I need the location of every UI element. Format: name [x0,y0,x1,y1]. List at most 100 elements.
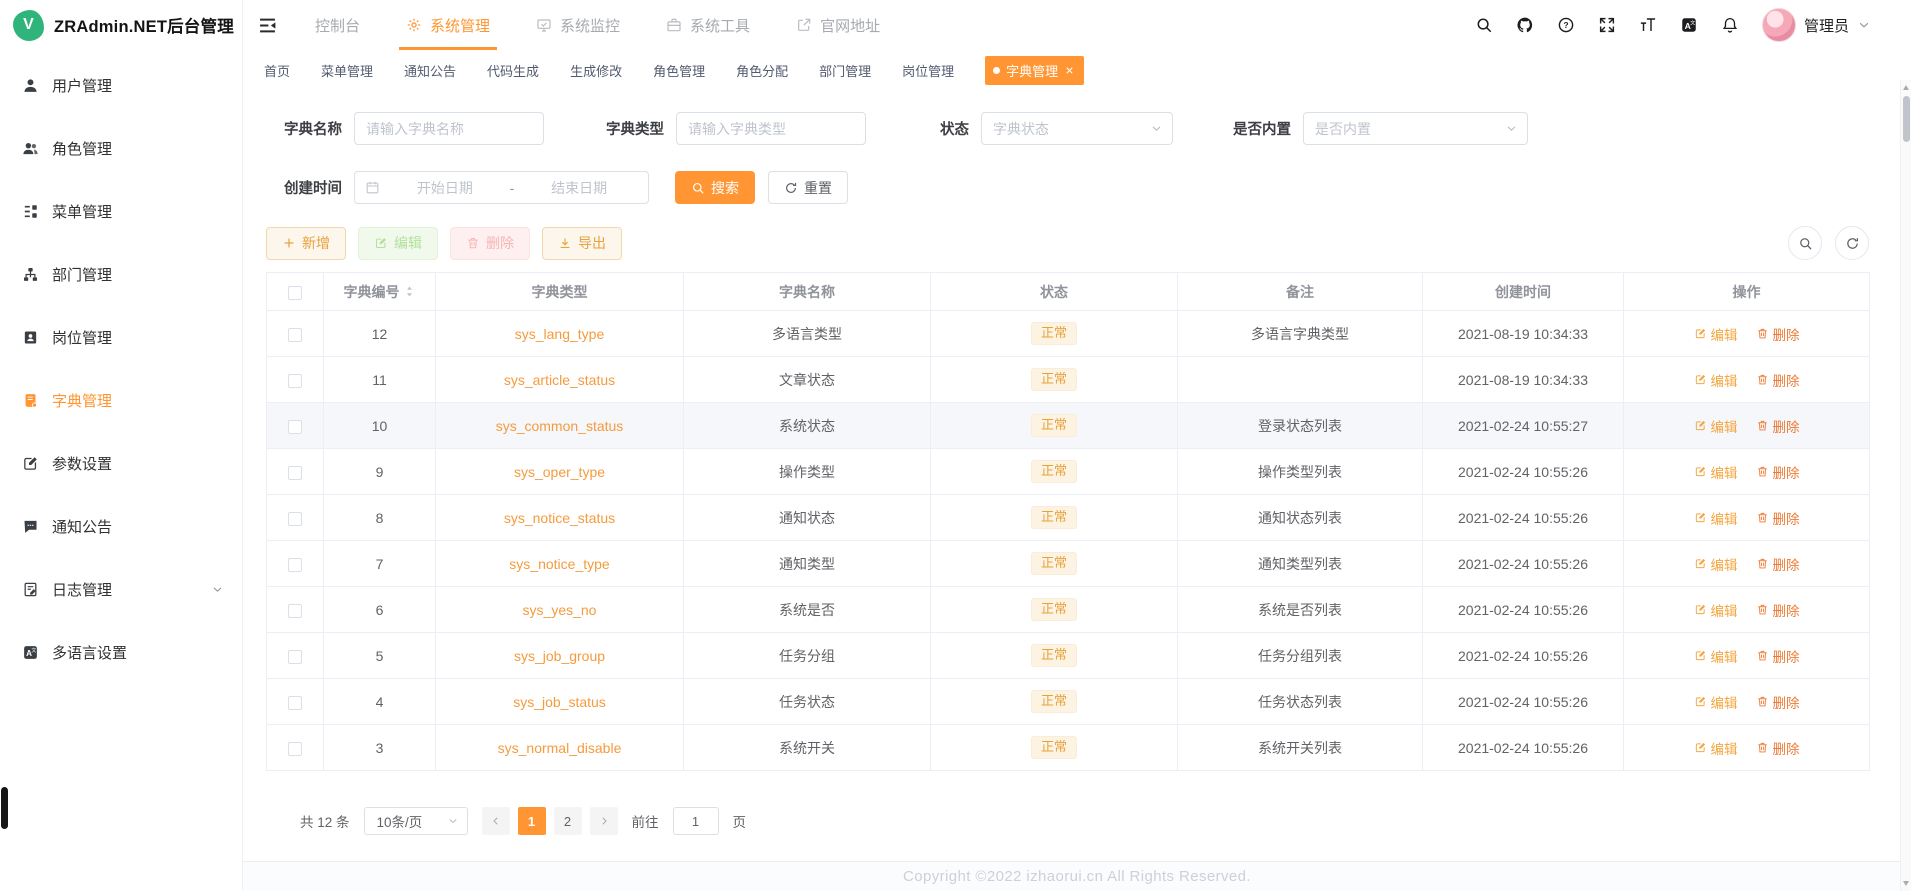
reset-button[interactable]: 重置 [768,171,848,204]
status-select[interactable]: 字典状态 [981,112,1173,145]
row-delete-link[interactable]: 删除 [1756,462,1800,482]
select-all-checkbox[interactable] [288,285,302,300]
sidebar-item-menus[interactable]: 菜单管理 [0,180,242,243]
search-button[interactable]: 搜索 [675,171,755,204]
github-icon[interactable] [1516,16,1534,34]
prev-page-button[interactable] [481,807,510,835]
sidebar-item-users[interactable]: 用户管理 [0,54,242,117]
tab-posts[interactable]: 岗位管理 [902,61,954,80]
tab-depts[interactable]: 部门管理 [819,61,871,80]
row-delete-link[interactable]: 删除 [1756,692,1800,712]
fullscreen-icon[interactable] [1598,16,1616,34]
created-date-range-picker[interactable]: 开始日期 - 结束日期 [354,171,649,204]
dict-name-input[interactable] [354,112,544,145]
search-icon[interactable] [1475,16,1493,34]
row-edit-link[interactable]: 编辑 [1694,554,1738,574]
row-checkbox[interactable] [288,419,302,434]
sidebar-scrollbar-thumb[interactable] [1,787,8,829]
row-checkbox[interactable] [288,603,302,618]
row-edit-link[interactable]: 编辑 [1694,416,1738,436]
row-edit-link[interactable]: 编辑 [1694,692,1738,712]
row-delete-link[interactable]: 删除 [1756,554,1800,574]
sidebar-item-notices[interactable]: 通知公告 [0,495,242,558]
sort-caret-icon[interactable] [403,284,416,299]
sidebar-item-logs[interactable]: 日志管理 [0,558,242,621]
row-delete-link[interactable]: 删除 [1756,738,1800,758]
tab-home[interactable]: 首页 [264,61,290,80]
row-checkbox[interactable] [288,327,302,342]
row-checkbox[interactable] [288,511,302,526]
export-button[interactable]: 导出 [542,226,622,260]
row-delete-link[interactable]: 删除 [1756,370,1800,390]
row-edit-link[interactable]: 编辑 [1694,508,1738,528]
row-checkbox[interactable] [288,741,302,756]
font-size-icon[interactable] [1639,16,1657,34]
dict-type-link[interactable]: sys_yes_no [523,602,597,618]
page-button-2[interactable]: 2 [553,807,582,835]
row-delete-link[interactable]: 删除 [1756,324,1800,344]
sidebar-item-params[interactable]: 参数设置 [0,432,242,495]
bell-icon[interactable] [1721,16,1739,34]
dict-type-link[interactable]: sys_notice_type [509,556,609,572]
top-menu-item-console[interactable]: 控制台 [292,0,383,50]
row-edit-link[interactable]: 编辑 [1694,738,1738,758]
sidebar-item-depts[interactable]: 部门管理 [0,243,242,306]
sidebar-item-posts[interactable]: 岗位管理 [0,306,242,369]
translate-icon[interactable]: A文 [1680,16,1698,34]
builtin-select[interactable]: 是否内置 [1303,112,1528,145]
top-menu-item-website[interactable]: 官网地址 [773,0,903,50]
goto-page-input[interactable] [672,807,719,835]
row-checkbox[interactable] [288,695,302,710]
help-icon[interactable]: ? [1557,16,1575,34]
tab-gen-edit[interactable]: 生成修改 [570,61,622,80]
sidebar-item-roles[interactable]: 角色管理 [0,117,242,180]
toggle-search-button[interactable] [1788,226,1822,260]
row-checkbox[interactable] [288,557,302,572]
scroll-up-arrow[interactable] [1903,85,1909,90]
page-size-select[interactable]: 10条/页 [363,807,468,835]
page-button-1[interactable]: 1 [517,807,546,835]
row-delete-link[interactable]: 删除 [1756,416,1800,436]
user-menu[interactable]: 管理员 [1761,8,1871,42]
dict-type-link[interactable]: sys_job_group [514,648,605,664]
dict-type-input[interactable] [676,112,866,145]
tab-roles[interactable]: 角色管理 [653,61,705,80]
row-edit-link[interactable]: 编辑 [1694,600,1738,620]
top-menu-item-system-admin[interactable]: 系统管理 [383,0,513,50]
top-menu-item-system-tools[interactable]: 系统工具 [643,0,773,50]
row-edit-link[interactable]: 编辑 [1694,324,1738,344]
tab-dicts[interactable]: 字典管理 [985,55,1085,85]
scroll-down-arrow[interactable] [1903,881,1909,886]
dict-type-link[interactable]: sys_notice_status [504,510,615,526]
edit-button[interactable]: 编辑 [358,226,438,260]
scrollbar-thumb[interactable] [1903,96,1910,142]
row-checkbox[interactable] [288,373,302,388]
row-checkbox[interactable] [288,649,302,664]
top-menu-item-system-monitor[interactable]: 系统监控 [513,0,643,50]
dict-type-link[interactable]: sys_normal_disable [498,740,622,756]
dict-type-link[interactable]: sys_common_status [496,418,624,434]
row-edit-link[interactable]: 编辑 [1694,462,1738,482]
sidebar-item-dicts[interactable]: 字典管理 [0,369,242,432]
dict-type-link[interactable]: sys_article_status [504,372,615,388]
dict-type-link[interactable]: sys_job_status [513,694,606,710]
sidebar-item-languages[interactable]: A 文多语言设置 [0,621,242,684]
tab-codegen[interactable]: 代码生成 [487,61,539,80]
refresh-table-button[interactable] [1835,226,1869,260]
row-delete-link[interactable]: 删除 [1756,600,1800,620]
next-page-button[interactable] [589,807,618,835]
tab-menus[interactable]: 菜单管理 [321,61,373,80]
sidebar-collapse-icon[interactable] [257,15,278,36]
row-checkbox[interactable] [288,465,302,480]
row-edit-link[interactable]: 编辑 [1694,370,1738,390]
row-edit-link[interactable]: 编辑 [1694,646,1738,666]
page-scrollbar[interactable] [1900,80,1911,891]
dict-type-link[interactable]: sys_lang_type [515,326,605,342]
close-icon[interactable] [1064,65,1075,76]
tab-notices[interactable]: 通知公告 [404,61,456,80]
tab-role-assign[interactable]: 角色分配 [736,61,788,80]
dict-type-link[interactable]: sys_oper_type [514,464,605,480]
add-button[interactable]: 新增 [266,226,346,260]
row-delete-link[interactable]: 删除 [1756,508,1800,528]
delete-button[interactable]: 删除 [450,226,530,260]
